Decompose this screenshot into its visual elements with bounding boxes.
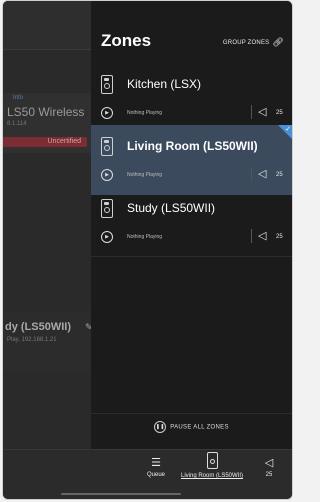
volume-icon[interactable]: ◁	[258, 229, 266, 242]
current-room-button[interactable]: Living Room (LS50WII)	[177, 452, 247, 479]
background-app: Info LS50 Wireless 8.1.114 Uncertified d…	[3, 1, 93, 449]
background-room-title: dy (LS50WII)	[5, 321, 72, 333]
group-zones-label: GROUP ZONES	[222, 39, 270, 46]
zone-living-room[interactable]: ✓ Living Room (LS50WII) ▶ Nothing Playin…	[91, 125, 292, 195]
home-indicator	[61, 493, 181, 495]
zone-study[interactable]: Study (LS50WII) ▶ Nothing Playing ◁ 25	[91, 187, 292, 257]
speaker-icon	[206, 452, 218, 469]
uncertified-badge: Uncertified	[3, 137, 87, 147]
zones-drawer: Zones GROUP ZONES 🔗︎ Kitchen (LSX) ▶ Not…	[91, 1, 292, 449]
divider	[251, 105, 252, 119]
zone-volume: 25	[276, 234, 283, 240]
current-room-label: Living Room (LS50WII)	[180, 473, 244, 479]
background-top-bar	[3, 1, 91, 50]
drawer-title: Zones	[101, 31, 152, 50]
divider	[251, 229, 252, 243]
queue-label: Queue	[146, 472, 165, 478]
speaker-icon	[101, 75, 113, 94]
volume-icon: ◁	[264, 457, 274, 469]
play-icon[interactable]: ▶	[101, 169, 113, 181]
speaker-icon	[101, 199, 113, 218]
check-icon: ✓	[285, 126, 291, 133]
zone-volume: 25	[276, 110, 283, 116]
background-device-title: LS50 Wireless	[7, 105, 85, 119]
divider	[91, 256, 292, 257]
zone-name: Kitchen (LSX)	[127, 77, 202, 91]
play-icon[interactable]: ▶	[101, 107, 113, 119]
divider	[91, 413, 292, 414]
zone-volume: 25	[276, 172, 283, 178]
zone-status: Nothing Playing	[127, 234, 163, 240]
pause-icon: ❚❚	[154, 421, 167, 433]
zone-status: Nothing Playing	[127, 172, 163, 178]
group-zones-button[interactable]: GROUP ZONES 🔗︎	[223, 37, 284, 48]
zone-name: Study (LS50WII)	[127, 201, 216, 215]
volume-button[interactable]: ◁ 25	[259, 456, 279, 478]
link-icon: 🔗︎	[272, 37, 284, 47]
speaker-icon	[101, 137, 113, 156]
queue-button[interactable]: ☰ Queue	[141, 456, 171, 478]
play-icon[interactable]: ▶	[101, 231, 113, 243]
volume-icon[interactable]: ◁	[258, 105, 266, 118]
phone-frame: Info LS50 Wireless 8.1.114 Uncertified d…	[2, 0, 293, 500]
background-device-subtitle: 8.1.114	[7, 121, 27, 127]
pause-all-label: PAUSE ALL ZONES	[170, 424, 229, 431]
queue-icon: ☰	[151, 457, 161, 469]
volume-icon[interactable]: ◁	[258, 167, 266, 180]
zone-status: Nothing Playing	[127, 110, 163, 116]
volume-value: 25	[265, 472, 273, 478]
background-small-label: Info	[13, 95, 24, 101]
zone-name: Living Room (LS50WII)	[127, 139, 258, 153]
zone-kitchen[interactable]: Kitchen (LSX) ▶ Nothing Playing ◁ 25	[91, 63, 292, 133]
uncertified-badge-label: Uncertified	[47, 138, 81, 145]
pause-all-zones-button[interactable]: ❚❚ PAUSE ALL ZONES	[91, 421, 292, 433]
divider	[251, 167, 252, 181]
background-room-subtitle: Play, 192.168.1.21	[7, 337, 57, 343]
